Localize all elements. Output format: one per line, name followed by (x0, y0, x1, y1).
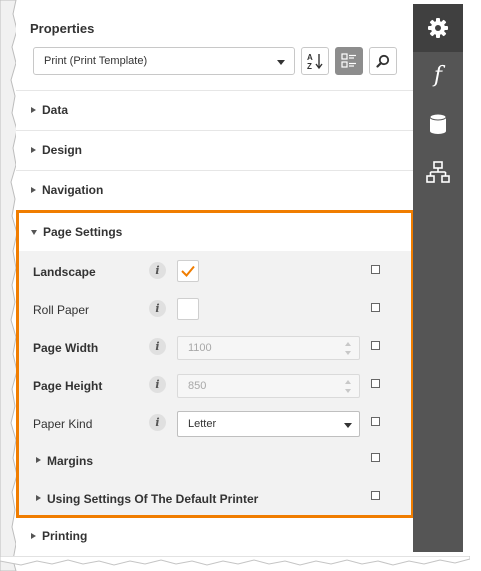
panel-title: Properties (30, 21, 95, 36)
info-icon[interactable]: i (149, 414, 166, 431)
right-sidebar: f (413, 4, 463, 552)
chevron-right-icon (36, 457, 41, 463)
reset-checkbox[interactable] (371, 341, 380, 350)
page-width-input[interactable]: 1100 (177, 336, 360, 360)
paper-kind-value: Letter (188, 418, 217, 430)
object-selector-value: Print (Print Template) (44, 55, 148, 67)
hierarchy-icon (426, 161, 450, 183)
chevron-right-icon (31, 107, 36, 113)
property-page-height: Page Height i 850 (19, 367, 411, 405)
sort-az-icon: A Z (307, 53, 323, 70)
paper-kind-select[interactable]: Letter (177, 411, 360, 437)
search-icon (376, 54, 390, 68)
page-width-value: 1100 (188, 342, 212, 354)
svg-text:A: A (307, 53, 313, 62)
chevron-down-icon (344, 423, 352, 428)
subsection-margins-label: Margins (47, 454, 94, 468)
property-paper-kind: Paper Kind i Letter (19, 405, 411, 443)
reset-checkbox[interactable] (371, 491, 380, 500)
subsection-margins[interactable]: Margins (19, 443, 411, 481)
spin-down-icon[interactable] (345, 351, 351, 355)
section-printing-label: Printing (42, 529, 88, 543)
page-settings-label: Page Settings (43, 225, 123, 239)
spin-down-icon[interactable] (345, 389, 351, 393)
roll-paper-checkbox[interactable] (177, 298, 199, 320)
page-settings-section: Page Settings Landscape i Roll Paper i P… (16, 210, 414, 518)
svg-text:Z: Z (307, 62, 312, 70)
categories-button[interactable] (335, 47, 363, 75)
tab-data-sources[interactable] (413, 100, 463, 148)
property-label: Landscape (33, 265, 96, 279)
page-height-value: 850 (188, 380, 207, 392)
property-label: Page Height (33, 379, 103, 393)
section-navigation-label: Navigation (42, 183, 104, 197)
tab-report-explorer[interactable] (413, 148, 463, 196)
section-data[interactable]: Data (16, 91, 413, 131)
subsection-default-printer[interactable]: Using Settings Of The Default Printer (19, 481, 411, 519)
chevron-down-icon (277, 60, 285, 65)
checkmark-icon (181, 265, 195, 277)
property-landscape: Landscape i (19, 253, 411, 291)
reset-checkbox[interactable] (371, 265, 380, 274)
property-roll-paper: Roll Paper i (19, 291, 411, 329)
chevron-right-icon (31, 147, 36, 153)
spin-up-icon[interactable] (345, 380, 351, 384)
chevron-right-icon (31, 187, 36, 193)
tab-functions[interactable]: f (413, 52, 463, 100)
database-icon (429, 113, 447, 134)
property-label: Roll Paper (33, 303, 90, 317)
chevron-right-icon (36, 495, 41, 501)
function-icon: f (433, 63, 443, 88)
property-label: Paper Kind (33, 417, 93, 431)
torn-bottom-edge (0, 556, 470, 566)
info-icon[interactable]: i (149, 300, 166, 317)
reset-checkbox[interactable] (371, 379, 380, 388)
section-data-label: Data (42, 103, 69, 117)
spin-up-icon[interactable] (345, 342, 351, 346)
landscape-checkbox[interactable] (177, 260, 199, 282)
info-icon[interactable]: i (149, 376, 166, 393)
reset-checkbox[interactable] (371, 453, 380, 462)
info-icon[interactable]: i (149, 338, 166, 355)
sort-az-button[interactable]: A Z (301, 47, 329, 75)
property-page-width: Page Width i 1100 (19, 329, 411, 367)
subsection-default-printer-label: Using Settings Of The Default Printer (47, 492, 259, 506)
chevron-down-icon (31, 230, 37, 235)
tab-properties[interactable] (413, 4, 463, 52)
reset-checkbox[interactable] (371, 417, 380, 426)
section-navigation[interactable]: Navigation (16, 171, 413, 211)
chevron-right-icon (31, 533, 36, 539)
page-height-input[interactable]: 850 (177, 374, 360, 398)
info-icon[interactable]: i (149, 262, 166, 279)
gear-icon (428, 18, 448, 38)
page-settings-header[interactable]: Page Settings (19, 213, 411, 251)
section-design[interactable]: Design (16, 131, 413, 171)
object-selector[interactable]: Print (Print Template) (33, 47, 295, 75)
property-label: Page Width (33, 341, 99, 355)
search-button[interactable] (369, 47, 397, 75)
categories-icon (341, 53, 356, 68)
section-printing[interactable]: Printing (16, 517, 413, 557)
section-design-label: Design (42, 143, 83, 157)
reset-checkbox[interactable] (371, 303, 380, 312)
